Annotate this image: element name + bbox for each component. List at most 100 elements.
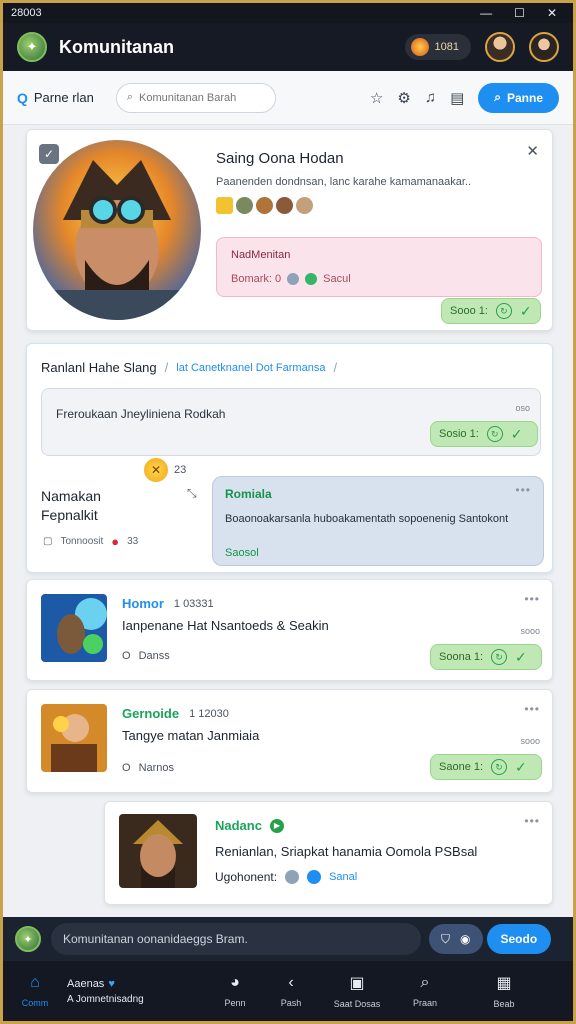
nav-item-chat[interactable]: ◕ Penn	[207, 974, 263, 1008]
refresh-icon: ↻	[491, 759, 508, 775]
post-meta: 1 12030	[189, 707, 229, 720]
coin-icon	[410, 38, 429, 56]
window-controls: — ☐ ✕	[480, 6, 573, 20]
home-icon: ⌂	[30, 974, 40, 991]
shield-icon[interactable]: ⛉	[441, 932, 450, 947]
check-icon: ✓	[515, 648, 527, 665]
post-time: sooo	[520, 626, 540, 636]
like-icon	[307, 870, 322, 884]
breadcrumb-item[interactable]: lat Canetknanel Dot Farmansa	[176, 360, 325, 375]
emoji-picker-icon[interactable]: ◉	[460, 932, 470, 946]
post-card: Nadanc ▶ ••• Renianlan, Sriapkat hanamia…	[104, 801, 553, 905]
breadcrumb: Ranlanl Hahe Slang / lat Canetknanel Dot…	[41, 360, 337, 375]
nav-feed-subtitle: A Jomnetnisadng	[67, 993, 144, 1005]
nav-item-feed[interactable]: Aaenas ♥ A Jomnetnisadng	[67, 978, 207, 1005]
community-icon: Q	[17, 89, 28, 106]
refresh-icon: ↻	[495, 303, 512, 319]
nav-label: Saat Dosas	[333, 999, 381, 1009]
post-title[interactable]: Homor	[122, 596, 164, 611]
expand-icon[interactable]: ⤡	[187, 486, 197, 501]
nav-item-back[interactable]: ‹ Pash	[263, 974, 319, 1008]
reply-body: Boaonoakarsanla huboakamentath sopoeneni…	[225, 513, 509, 525]
back-icon: ‹	[288, 974, 294, 991]
nav-label: Penn	[224, 998, 246, 1008]
post-sub-row: O Danss	[122, 650, 170, 662]
approve-pill[interactable]: Sooo 1: ↻ ✓	[441, 298, 541, 324]
primary-action-button[interactable]: ⌕ Panne	[478, 82, 559, 113]
search-box[interactable]: ⌕	[115, 82, 276, 113]
heart-icon[interactable]: ●	[111, 534, 119, 549]
app-title: Komunitanan	[59, 36, 174, 57]
nav-item-search[interactable]: ⌕ Praan	[395, 974, 455, 1008]
like-icon	[305, 273, 318, 285]
emoji-icon: ✕	[144, 458, 168, 482]
approve-label: Sooo 1:	[450, 305, 488, 317]
bottom-navigation: ⌂ Comm Aaenas ♥ A Jomnetnisadng ◕ Penn ‹…	[3, 961, 573, 1021]
coin-balance[interactable]: 1081	[404, 34, 471, 60]
star-icon[interactable]: ☆	[370, 89, 383, 107]
window-title-bar: 28003 — ☐ ✕	[3, 3, 573, 23]
search-icon: ⌕	[126, 91, 134, 103]
post-title[interactable]: Gernoide	[122, 706, 179, 721]
approve-pill[interactable]: Soona 1: ↻ ✓	[430, 644, 542, 670]
post-sub-row: Ugohonent: Sanal	[215, 870, 357, 884]
badge-icon	[296, 197, 313, 214]
post-title[interactable]: Nadanc	[215, 818, 262, 833]
post-extra: Sanal	[329, 871, 358, 883]
author-count: 33	[127, 536, 139, 547]
page-toolbar: Q Parne rlan ⌕ ☆ ⚙ ♫ ▤ ⌕ Panne	[3, 71, 573, 125]
nav-label: Praan	[412, 998, 438, 1008]
message-input[interactable]: Komunitanan oonanidaeggs Bram.	[51, 923, 421, 955]
reaction-icon	[285, 870, 300, 884]
page-title: Q Parne rlan	[17, 90, 94, 106]
nav-feed-title: Aaenas	[67, 977, 105, 990]
search-input[interactable]	[139, 91, 258, 104]
post-thumbnail[interactable]	[41, 704, 107, 772]
settings-icon[interactable]: ⚙	[397, 89, 410, 107]
nav-item-grid[interactable]: ▦ Beab	[455, 973, 553, 1009]
author-meta: Tonnoosit	[60, 536, 104, 547]
app-header: ✦ Komunitanan 1081	[3, 23, 573, 71]
post-meta: 1 03331	[173, 597, 214, 610]
bell-icon[interactable]: ♫	[425, 89, 436, 106]
breadcrumb-separator: /	[164, 360, 169, 375]
notifications-avatar[interactable]	[485, 32, 515, 62]
reaction-icon	[287, 273, 300, 285]
user-avatar[interactable]	[529, 32, 559, 62]
comment-icon: ▢	[43, 536, 53, 547]
author-meta-row: ▢ Tonnoosit ● 33	[43, 534, 138, 549]
more-icon[interactable]: •••	[515, 483, 531, 497]
author-subtitle: Fepnalkit	[41, 507, 98, 523]
breadcrumb-item[interactable]: Ranlanl Hahe Slang	[41, 360, 157, 375]
author-name: Namakan	[41, 488, 101, 504]
post-card: Homor 1 03331 ••• Ianpenane Hat Nsantoed…	[26, 579, 553, 681]
heart-icon: ♥	[108, 977, 115, 990]
post-header: Gernoide 1 12030	[122, 706, 229, 721]
emoji-reaction[interactable]: ✕ 23	[144, 458, 186, 482]
board-icon: ▣	[349, 975, 365, 992]
more-icon[interactable]: •••	[524, 702, 540, 716]
toolbar-icons: ☆ ⚙ ♫ ▤	[370, 89, 464, 107]
maximize-button[interactable]: ☐	[514, 6, 525, 20]
reply-title: Romiala	[225, 487, 272, 501]
more-icon[interactable]: •••	[524, 592, 540, 606]
post-thumbnail[interactable]	[119, 814, 197, 888]
profile-name: Saing Oona Hodan	[216, 150, 344, 167]
nav-item-community[interactable]: ⌂ Comm	[3, 974, 67, 1008]
more-icon[interactable]: •••	[524, 814, 540, 828]
nav-item-board[interactable]: ▣ Saat Dosas	[319, 973, 395, 1009]
page-title-label: Parne rlan	[33, 90, 94, 105]
calendar-icon[interactable]: ▤	[450, 89, 464, 107]
close-icon[interactable]: ✕	[526, 142, 540, 160]
approve-pill[interactable]: Saone 1: ↻ ✓	[430, 754, 542, 780]
breadcrumb-separator: /	[333, 360, 338, 375]
send-button[interactable]: Seodo	[486, 924, 552, 954]
minimize-button[interactable]: —	[480, 6, 492, 20]
composer-avatar-icon: ✦	[15, 926, 41, 952]
app-logo-icon[interactable]: ✦	[17, 32, 47, 62]
post-thumbnail[interactable]	[41, 594, 107, 662]
post-sub: Danss	[138, 650, 170, 662]
close-window-button[interactable]: ✕	[547, 6, 557, 20]
approve-pill[interactable]: Sosio 1: ↻ ✓	[430, 421, 538, 447]
hero-portrait[interactable]	[33, 140, 201, 320]
